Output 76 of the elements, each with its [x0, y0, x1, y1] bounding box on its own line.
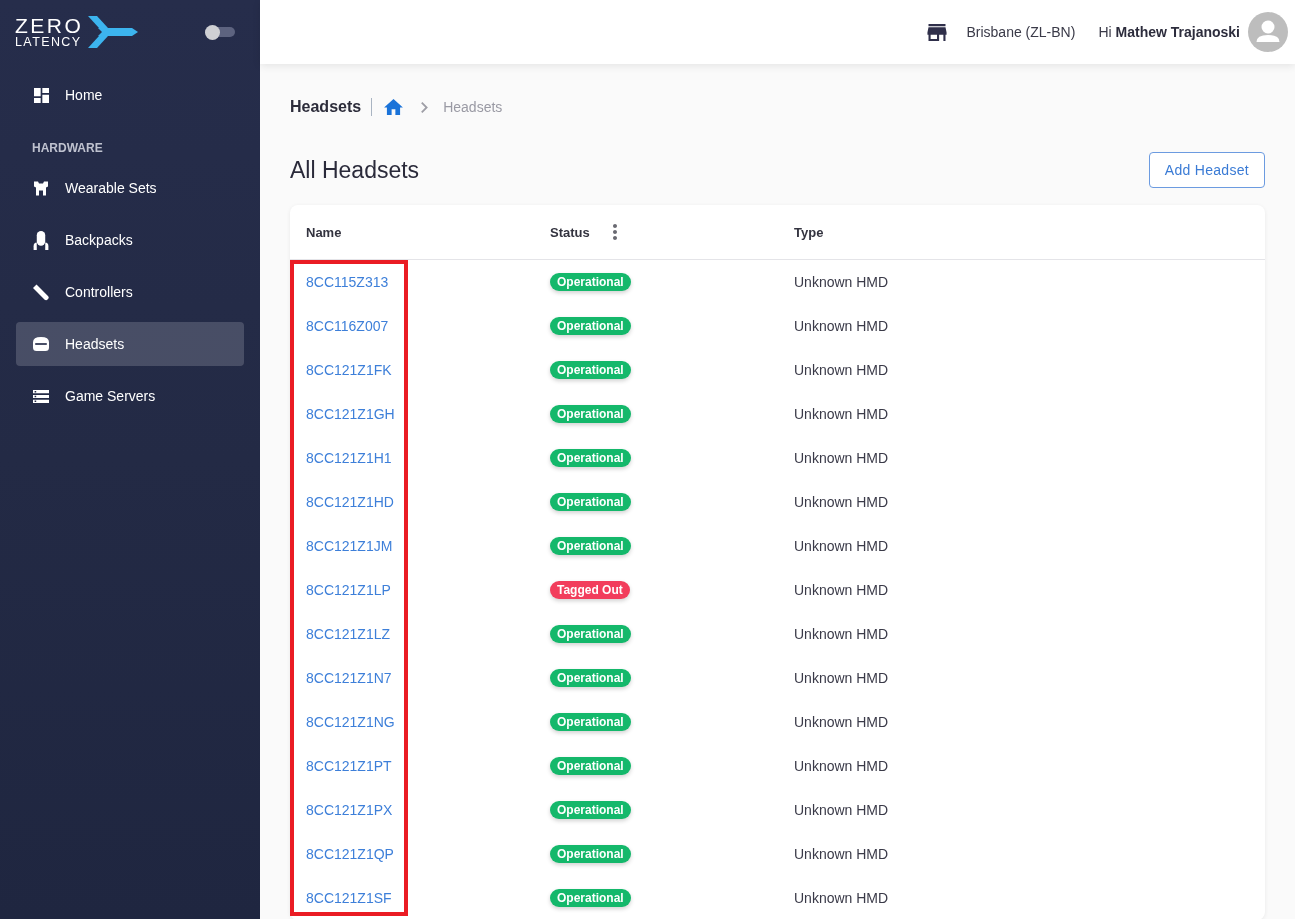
status-badge: Operational	[550, 493, 631, 511]
headset-link[interactable]: 8CC121Z1NG	[306, 714, 395, 730]
location-text: Brisbane (ZL-BN)	[966, 24, 1076, 40]
headset-link[interactable]: 8CC115Z313	[306, 274, 389, 290]
column-header: Status	[550, 224, 590, 240]
nav-item[interactable]: Controllers	[16, 270, 244, 314]
status-badge: Operational	[550, 405, 631, 423]
more-vertical-icon[interactable]	[612, 224, 617, 240]
type-text: Unknown HMD	[794, 846, 889, 862]
headset-link[interactable]: 8CC121Z1FK	[306, 362, 392, 378]
breadcrumb-item: Headsets	[443, 99, 503, 115]
status-badge: Operational	[550, 361, 631, 379]
column-header: Name	[306, 224, 342, 240]
dashboard-icon	[33, 87, 49, 103]
type-text: Unknown HMD	[794, 450, 889, 466]
status-badge: Operational	[550, 801, 631, 819]
status-badge: Operational	[550, 449, 631, 467]
logo-text: LATENCY	[15, 34, 83, 49]
status-badge: Operational	[550, 537, 631, 555]
column-header: Type	[794, 224, 824, 240]
type-text: Unknown HMD	[794, 538, 889, 554]
page-title: All Headsets	[290, 156, 420, 184]
status-badge: Operational	[550, 889, 631, 907]
type-text: Unknown HMD	[794, 406, 889, 422]
status-badge: Operational	[550, 713, 631, 731]
nav-item[interactable]: Wearable Sets	[16, 166, 244, 210]
vr-headset-icon	[33, 336, 49, 352]
greeting-text: Hi Mathew Trajanoski	[1098, 24, 1240, 40]
chevron-right-icon	[421, 101, 429, 113]
vest-icon	[33, 179, 49, 197]
headset-link[interactable]: 8CC121Z1H1	[306, 450, 392, 466]
status-badge: Operational	[550, 757, 631, 775]
logo-text: ZERO	[15, 15, 84, 35]
nav-item[interactable]: Home	[16, 73, 244, 117]
type-text: Unknown HMD	[794, 362, 889, 378]
status-badge: Tagged Out	[550, 581, 630, 599]
server-icon	[33, 389, 49, 403]
status-badge: Operational	[550, 273, 631, 291]
add-headset-button[interactable]: Add Headset	[1148, 152, 1265, 188]
status-badge: Operational	[550, 669, 631, 687]
type-text: Unknown HMD	[794, 670, 889, 686]
headset-link[interactable]: 8CC121Z1QP	[306, 846, 394, 862]
section-heading: HARDWARE	[31, 141, 104, 155]
type-text: Unknown HMD	[794, 802, 889, 818]
home-link[interactable]	[384, 99, 404, 115]
type-text: Unknown HMD	[794, 318, 889, 334]
type-text: Unknown HMD	[794, 626, 889, 642]
nav-item[interactable]: Game Servers	[16, 374, 244, 418]
headset-link[interactable]: 8CC116Z007	[306, 318, 389, 334]
status-badge: Operational	[550, 317, 631, 335]
type-text: Unknown HMD	[794, 274, 889, 290]
headset-link[interactable]: 8CC121Z1N7	[306, 670, 392, 686]
theme-toggle[interactable]	[205, 27, 235, 37]
type-text: Unknown HMD	[794, 494, 889, 510]
headset-link[interactable]: 8CC121Z1GH	[306, 406, 395, 422]
headset-link[interactable]: 8CC121Z1PT	[306, 758, 392, 774]
home-icon	[384, 99, 404, 115]
headset-link[interactable]: 8CC121Z1LP	[306, 582, 391, 598]
type-text: Unknown HMD	[794, 890, 889, 906]
type-text: Unknown HMD	[794, 714, 889, 730]
controller-icon	[33, 283, 49, 301]
arrow-logo-icon	[88, 16, 139, 48]
headset-link[interactable]: 8CC121Z1SF	[306, 890, 392, 906]
type-text: Unknown HMD	[794, 582, 889, 598]
breadcrumb-title: Headsets	[290, 98, 362, 116]
headset-link[interactable]: 8CC121Z1HD	[306, 494, 394, 510]
status-badge: Operational	[550, 845, 631, 863]
type-text: Unknown HMD	[794, 758, 889, 774]
status-badge: Operational	[550, 625, 631, 643]
nav-item[interactable]: Backpacks	[16, 218, 244, 262]
headset-link[interactable]: 8CC121Z1PX	[306, 802, 393, 818]
headset-link[interactable]: 8CC121Z1LZ	[306, 626, 391, 642]
store-icon	[927, 23, 948, 41]
nav-item[interactable]: Headsets	[16, 322, 244, 366]
headset-link[interactable]: 8CC121Z1JM	[306, 538, 393, 554]
backpack-icon	[33, 230, 49, 250]
